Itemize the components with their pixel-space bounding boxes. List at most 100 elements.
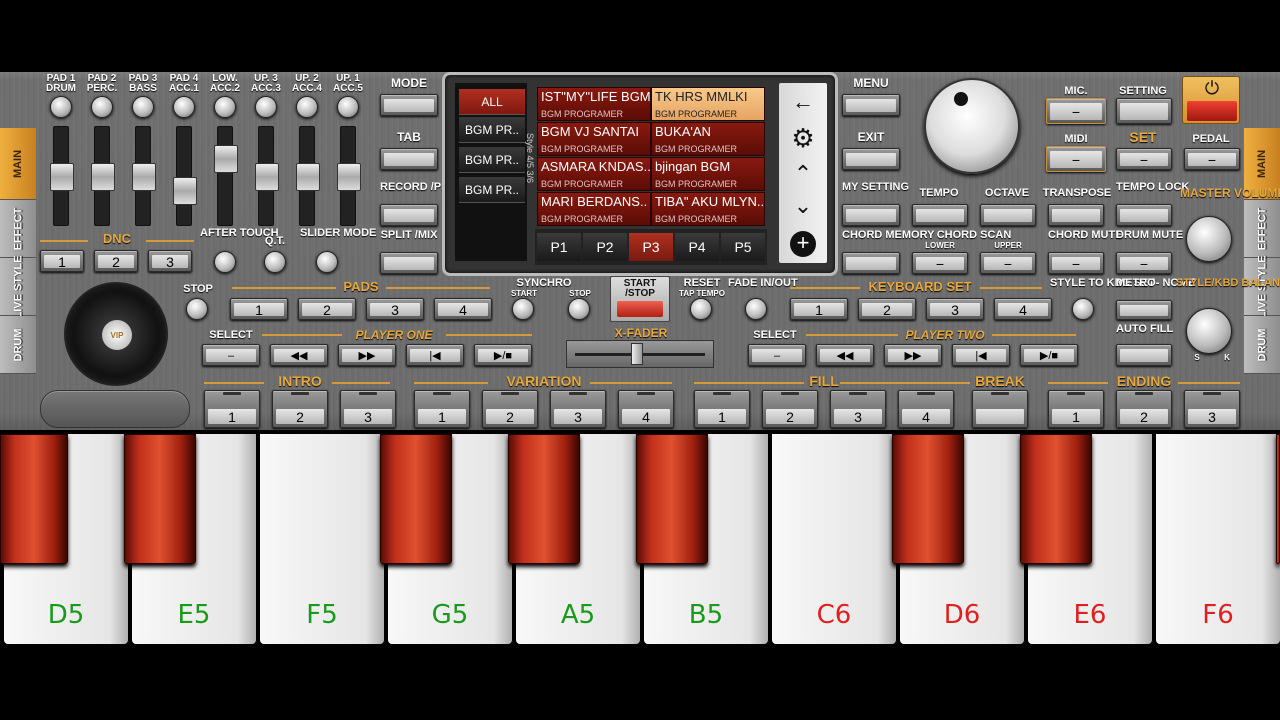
pedal-button[interactable]: −: [1184, 148, 1240, 170]
record-play-button[interactable]: [380, 204, 438, 226]
gear-icon[interactable]: ⚙: [783, 121, 823, 155]
mic-button[interactable]: −: [1046, 98, 1106, 124]
black-key-6[interactable]: [892, 434, 964, 564]
synchro-stop-knob[interactable]: [568, 298, 590, 320]
style-to-kbd-knob[interactable]: [1072, 298, 1094, 320]
chord-scan-lower-button[interactable]: −: [912, 252, 968, 274]
style-kbd-balance-knob[interactable]: [1186, 308, 1232, 354]
menu-button[interactable]: [842, 94, 900, 116]
mixer-channel-label[interactable]: PAD 1 DRUM: [40, 74, 82, 94]
dnc-button-3[interactable]: 3: [148, 250, 192, 272]
keyboard-set-button-2[interactable]: 2: [858, 298, 916, 320]
player-one-select-button[interactable]: –: [202, 344, 260, 366]
jog-dial[interactable]: [924, 78, 1020, 174]
intro-button-1[interactable]: 1: [204, 390, 260, 428]
reset-knob[interactable]: [690, 298, 712, 320]
mixer-pan-knob-3[interactable]: [132, 96, 154, 118]
mixer-channel-label[interactable]: LOW. ACC.2: [204, 74, 246, 94]
pads-stop-knob[interactable]: [186, 298, 208, 320]
pad-button-4[interactable]: 4: [434, 298, 492, 320]
chevron-up-icon[interactable]: ⌃: [783, 157, 823, 191]
tab-drum-left[interactable]: DRUM: [0, 316, 36, 374]
black-key-2[interactable]: [124, 434, 196, 564]
tab-button[interactable]: [380, 148, 438, 170]
mixer-fader-2[interactable]: [91, 163, 115, 191]
player-two-select-button[interactable]: –: [748, 344, 806, 366]
tab-drum-right[interactable]: DRUM: [1244, 316, 1280, 374]
plus-icon[interactable]: +: [783, 227, 823, 261]
page-tab-p3[interactable]: P3: [629, 233, 673, 261]
pad-button-3[interactable]: 3: [366, 298, 424, 320]
mixer-fader-3[interactable]: [132, 163, 156, 191]
intro-button-2[interactable]: 2: [272, 390, 328, 428]
midi-button[interactable]: −: [1046, 146, 1106, 172]
chord-mute-button[interactable]: −: [1048, 252, 1104, 274]
player-one-previous-button[interactable]: |◀: [406, 344, 464, 366]
mixer-fader-5[interactable]: [214, 145, 238, 173]
mixer-pan-knob-4[interactable]: [173, 96, 195, 118]
mixer-channel-label[interactable]: PAD 2 PERC.: [81, 74, 123, 94]
player-one-fast-forward-button[interactable]: ▶▶: [338, 344, 396, 366]
start-stop-button[interactable]: START /STOP: [610, 276, 670, 322]
setting-button[interactable]: [1116, 98, 1172, 124]
tempo-button[interactable]: [912, 204, 968, 226]
mixer-channel-label[interactable]: UP. 3 ACC.3: [245, 74, 287, 94]
white-key-f5[interactable]: F5: [260, 434, 384, 644]
black-key-3[interactable]: [380, 434, 452, 564]
mixer-pan-knob-1[interactable]: [50, 96, 72, 118]
synchro-start-knob[interactable]: [512, 298, 534, 320]
style-item[interactable]: BGM VJ SANTAI BGM PROGRAMER: [537, 122, 651, 156]
master-volume-knob[interactable]: [1186, 216, 1232, 262]
category-bgm-3[interactable]: BGM PR..: [459, 177, 525, 203]
style-item[interactable]: TK HRS MMLKI BGM PROGRAMER: [651, 87, 765, 121]
mixer-fader-6[interactable]: [255, 163, 279, 191]
player-one-play-stop-button[interactable]: ▶/■: [474, 344, 532, 366]
variation-button-1[interactable]: 1: [414, 390, 470, 428]
category-bgm-1[interactable]: BGM PR..: [459, 117, 525, 143]
qt-knob[interactable]: [264, 251, 286, 273]
chord-scan-upper-button[interactable]: −: [980, 252, 1036, 274]
style-item[interactable]: TIBA" AKU MLYN.. BGM PROGRAMER: [651, 192, 765, 226]
category-all[interactable]: ALL: [459, 89, 525, 115]
keyboard-set-button-1[interactable]: 1: [790, 298, 848, 320]
mixer-channel-label[interactable]: PAD 3 BASS: [122, 74, 164, 94]
style-item[interactable]: ASMARA KNDAS.. BGM PROGRAMER: [537, 157, 651, 191]
style-item[interactable]: MARI BERDANS.. BGM PROGRAMER: [537, 192, 651, 226]
ending-button-2[interactable]: 2: [1116, 390, 1172, 428]
black-key-4[interactable]: [508, 434, 580, 564]
octave-button[interactable]: [980, 204, 1036, 226]
split-mix-button[interactable]: [380, 252, 438, 274]
white-key-f6[interactable]: F6: [1156, 434, 1280, 644]
category-bgm-2[interactable]: BGM PR..: [459, 147, 525, 173]
player-two-rewind-button[interactable]: ◀◀: [816, 344, 874, 366]
ending-button-3[interactable]: 3: [1184, 390, 1240, 428]
keyboard-set-button-3[interactable]: 3: [926, 298, 984, 320]
tab-effect-right[interactable]: EFFECT: [1244, 200, 1280, 258]
dnc-button-1[interactable]: 1: [40, 250, 84, 272]
variation-button-3[interactable]: 3: [550, 390, 606, 428]
mixer-pan-knob-7[interactable]: [296, 96, 318, 118]
mixer-pan-knob-2[interactable]: [91, 96, 113, 118]
player-one-rewind-button[interactable]: ◀◀: [270, 344, 328, 366]
player-two-fast-forward-button[interactable]: ▶▶: [884, 344, 942, 366]
page-tab-p2[interactable]: P2: [583, 233, 627, 261]
page-tab-p1[interactable]: P1: [537, 233, 581, 261]
tempo-lock-button[interactable]: [1116, 204, 1172, 226]
vip-disc[interactable]: VIP: [64, 282, 168, 386]
fill-button-3[interactable]: 3: [830, 390, 886, 428]
keyboard-set-button-4[interactable]: 4: [994, 298, 1052, 320]
style-item[interactable]: bjingan BGM BGM PROGRAMER: [651, 157, 765, 191]
mixer-channel-label[interactable]: PAD 4 ACC.1: [163, 74, 205, 94]
dnc-button-2[interactable]: 2: [94, 250, 138, 272]
mixer-fader-1[interactable]: [50, 163, 74, 191]
mixer-pan-knob-6[interactable]: [255, 96, 277, 118]
white-key-c6[interactable]: C6: [772, 434, 896, 644]
black-key-1[interactable]: [0, 434, 68, 564]
page-tab-p5[interactable]: P5: [721, 233, 765, 261]
tab-effect-left[interactable]: EFFECT: [0, 200, 36, 258]
power-button[interactable]: ⏻: [1182, 76, 1240, 124]
player-two-play-stop-button[interactable]: ▶/■: [1020, 344, 1078, 366]
mixer-pan-knob-8[interactable]: [337, 96, 359, 118]
mixer-fader-7[interactable]: [296, 163, 320, 191]
mixer-pan-knob-5[interactable]: [214, 96, 236, 118]
